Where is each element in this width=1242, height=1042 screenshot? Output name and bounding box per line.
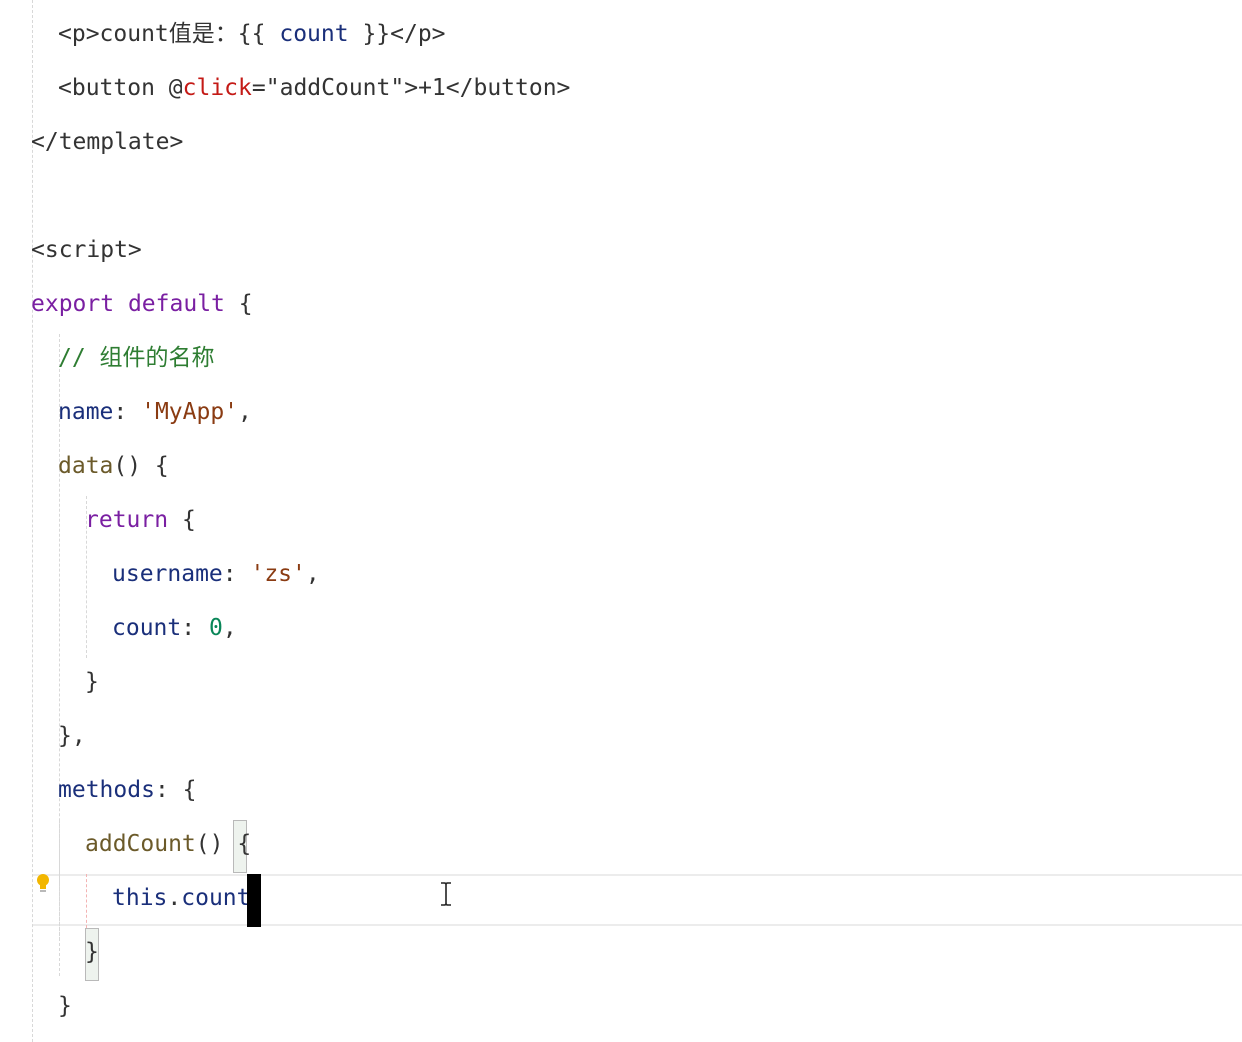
code-token: </template> xyxy=(31,129,184,155)
code-token: export xyxy=(31,291,115,317)
code-line[interactable]: addCount() { xyxy=(85,817,251,871)
lightbulb-icon[interactable] xyxy=(35,873,51,895)
code-token: <button xyxy=(58,75,169,101)
code-token: </p> xyxy=(390,21,446,47)
code-token: : { xyxy=(154,777,197,803)
code-token: count xyxy=(181,885,251,911)
code-token: // 组件的名称 xyxy=(58,345,215,371)
code-token: () { xyxy=(113,453,169,479)
code-line[interactable]: // 组件的名称 xyxy=(58,331,215,385)
code-token: 0 xyxy=(208,615,223,641)
code-token: <script> xyxy=(31,237,142,263)
ibeam-cursor-icon xyxy=(438,881,454,907)
code-line[interactable]: } xyxy=(85,925,99,979)
code-token: = xyxy=(251,75,266,101)
code-token: 'MyApp' xyxy=(141,399,239,425)
code-token: count xyxy=(279,21,349,47)
text-caret xyxy=(247,874,261,927)
code-token: , xyxy=(305,561,320,587)
indent-guide-method-body xyxy=(86,874,87,928)
code-token: , xyxy=(238,399,252,425)
code-token: count xyxy=(112,615,182,641)
code-line[interactable]: } xyxy=(58,979,72,1033)
code-line[interactable]: } xyxy=(85,655,99,709)
code-line[interactable]: </template> xyxy=(31,115,183,169)
code-token: addCount xyxy=(85,831,196,857)
code-token: { xyxy=(168,507,196,533)
code-line[interactable]: methods: { xyxy=(58,763,196,817)
code-line[interactable]: <button @click="addCount">+1</button> xyxy=(58,61,570,115)
code-token: username xyxy=(112,561,223,587)
code-token: }} xyxy=(348,21,391,47)
code-token: : xyxy=(222,561,251,587)
code-token: . xyxy=(167,885,182,911)
code-token: () xyxy=(195,831,238,857)
code-line[interactable]: this.count xyxy=(112,871,251,925)
code-token: 'zs' xyxy=(250,561,306,587)
code-token: }, xyxy=(58,723,86,749)
code-token: >+1 xyxy=(404,75,446,101)
code-editor[interactable]: <p>count值是：{{ count }}</p> <button @click… xyxy=(0,0,1242,1042)
code-token: @ xyxy=(168,75,183,101)
code-line[interactable]: export default { xyxy=(31,277,253,331)
code-token: : xyxy=(181,615,209,641)
code-line[interactable]: name: 'MyApp', xyxy=(58,385,252,439)
indent-guide-methods xyxy=(59,820,60,940)
code-token: this xyxy=(112,885,168,911)
code-line[interactable]: <p>count值是：{{ count }}</p> xyxy=(58,7,446,61)
code-token: {{ xyxy=(237,21,280,47)
code-token: , xyxy=(222,615,237,641)
code-line[interactable]: }, xyxy=(58,709,86,763)
code-token: { xyxy=(237,831,252,857)
code-token: : xyxy=(113,399,142,425)
code-line[interactable]: return { xyxy=(85,493,196,547)
code-line[interactable]: data() { xyxy=(58,439,169,493)
code-token: { xyxy=(224,291,253,317)
code-token: <p> xyxy=(58,21,100,47)
code-line[interactable]: username: 'zs', xyxy=(112,547,320,601)
code-token: </button> xyxy=(445,75,571,101)
code-token: name xyxy=(58,399,114,425)
code-token: } xyxy=(85,669,99,695)
code-token: } xyxy=(58,993,72,1019)
code-token: data xyxy=(58,453,114,479)
code-token: methods xyxy=(58,777,155,803)
code-token: "addCount" xyxy=(265,75,405,101)
code-token: } xyxy=(85,939,99,965)
code-line[interactable]: <script> xyxy=(31,223,142,277)
code-line[interactable]: count: 0, xyxy=(112,601,237,655)
code-token: default xyxy=(127,291,225,317)
code-token: count值是： xyxy=(99,21,238,47)
code-token: click xyxy=(182,75,252,101)
code-token: return xyxy=(85,507,169,533)
